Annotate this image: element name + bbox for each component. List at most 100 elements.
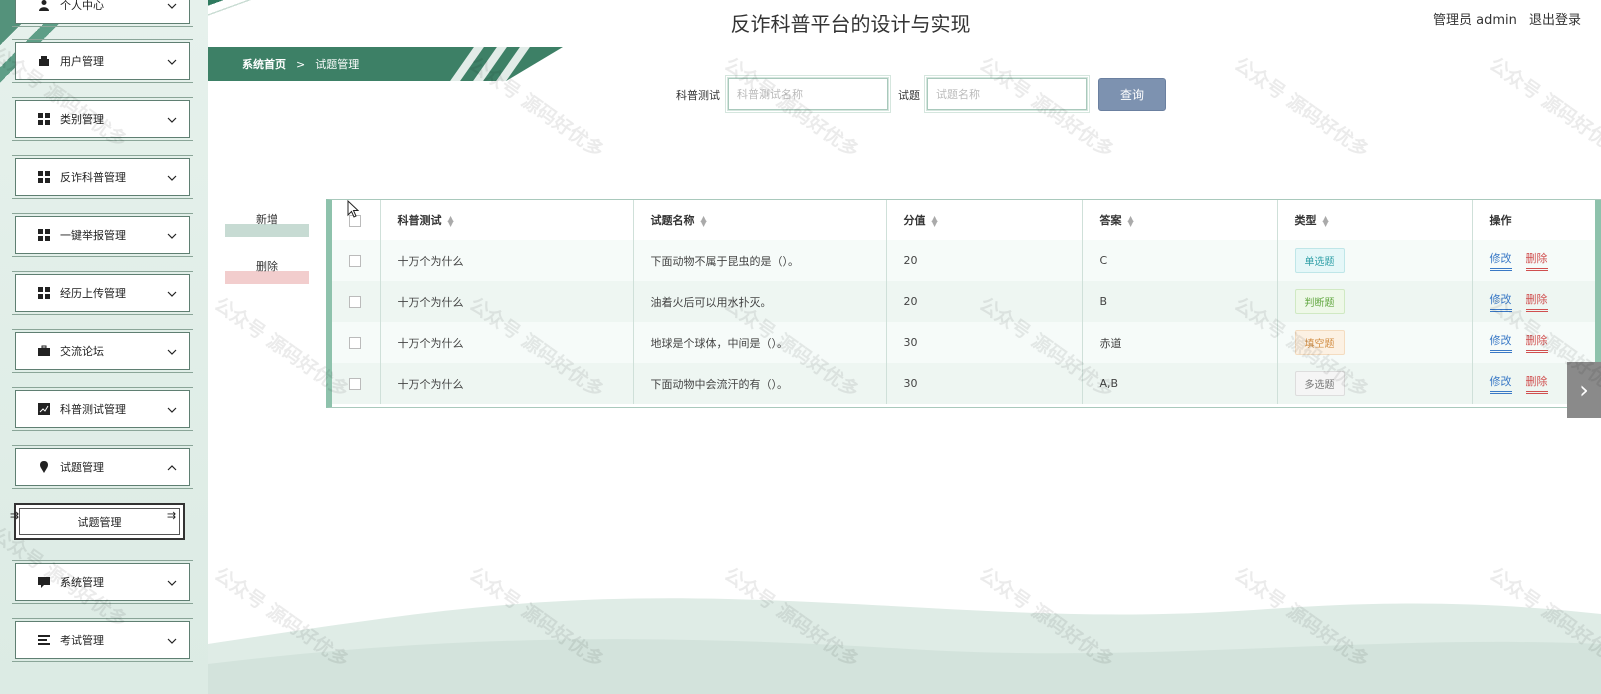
sort-icon[interactable]: ▲ ▼ [701, 215, 707, 228]
logout-link[interactable]: 退出登录 [1529, 13, 1581, 28]
sidebar-item-label: 试题管理 [60, 461, 104, 474]
search-test-label: 科普测试 [676, 89, 720, 102]
delete-link[interactable]: 删除 [1525, 291, 1548, 312]
chart-icon [37, 402, 51, 416]
sidebar-item[interactable]: 用户管理 [12, 39, 193, 83]
sort-icon[interactable]: ▲ ▼ [1128, 215, 1134, 228]
row-select-cell[interactable] [332, 363, 381, 404]
column-header[interactable]: 分值 ▲ ▼ [886, 200, 1083, 240]
breadcrumb-separator: > [296, 57, 306, 71]
sidebar-item-label: 经历上传管理 [60, 287, 126, 300]
delete-link[interactable]: 删除 [1525, 332, 1548, 353]
type-badge: 多选题 [1294, 371, 1345, 396]
row-select-cell[interactable] [332, 322, 381, 363]
sidebar-subitem-active[interactable]: 试题管理 [14, 503, 185, 540]
chevron-down-icon [167, 346, 177, 356]
cell-score: 20 [886, 281, 1083, 322]
cell-question: 下面动物中会流汗的有（）。 [633, 363, 887, 404]
grid-icon [37, 170, 51, 184]
add-button[interactable]: 新增 [225, 207, 309, 237]
sidebar-item[interactable]: 一键举报管理 [12, 213, 193, 257]
cell-actions: 修改 删除 [1472, 322, 1601, 363]
sidebar-item-label: 交流论坛 [60, 345, 104, 358]
sidebar-item-label: 科普测试管理 [60, 403, 126, 416]
edit-link[interactable]: 修改 [1489, 250, 1512, 271]
chevron-down-icon [167, 577, 177, 587]
table-row[interactable]: 十万个为什么 下面动物中会流汗的有（）。 30 A,B 多选题 修改 删除 [332, 363, 1601, 404]
chevron-down-icon [167, 404, 177, 414]
table-row[interactable]: 十万个为什么 油着火后可以用水扑灭。 20 B 判断题 修改 删除 [332, 281, 1601, 322]
sort-icon[interactable]: ▲ ▼ [448, 215, 454, 228]
table-row[interactable]: 十万个为什么 下面动物不属于昆虫的是（）。 20 C 单选题 修改 删除 [332, 240, 1601, 281]
sidebar-item[interactable]: 反诈科普管理 [12, 155, 193, 199]
sidebar-item[interactable]: 交流论坛 [12, 329, 193, 373]
table-header-row: 科普测试 ▲ ▼ 试题名称 ▲ ▼ 分值 ▲ ▼ 答案 ▲ ▼ 类型 ▲ ▼ 操作 [332, 200, 1601, 240]
sidebar-item[interactable]: 经历上传管理 [12, 271, 193, 315]
user-area: 管理员 admin 退出登录 [1425, 9, 1581, 28]
sidebar-item[interactable]: 科普测试管理 [12, 387, 193, 431]
chevron-down-icon [167, 114, 177, 124]
sidebar-subitem-label: 试题管理 [77, 515, 122, 529]
row-checkbox[interactable] [349, 255, 361, 267]
column-header[interactable]: 答案 ▲ ▼ [1082, 200, 1278, 240]
table-row[interactable]: 十万个为什么 地球是个球体，中间是（）。 30 赤道 填空题 修改 删除 [332, 322, 1601, 363]
cell-score: 30 [886, 363, 1083, 404]
chevron-down-icon [167, 635, 177, 645]
edit-link[interactable]: 修改 [1489, 291, 1512, 312]
type-badge: 判断题 [1294, 289, 1345, 314]
search-question-label: 试题 [898, 89, 920, 102]
arrows-icon: ⇉ [167, 509, 177, 522]
delete-button[interactable]: 删除 [225, 254, 309, 284]
row-checkbox[interactable] [349, 378, 361, 390]
cell-score: 20 [886, 240, 1083, 281]
briefcase-icon [37, 344, 51, 358]
cell-test: 十万个为什么 [380, 363, 634, 404]
arrows-icon: ⇉ [10, 509, 20, 522]
cell-type: 填空题 [1277, 322, 1473, 363]
type-badge: 填空题 [1294, 330, 1345, 355]
chevron-up-icon [167, 462, 177, 472]
cell-test: 十万个为什么 [380, 240, 634, 281]
delete-link[interactable]: 删除 [1525, 250, 1548, 271]
cell-question: 地球是个球体，中间是（）。 [633, 322, 887, 363]
column-header: 操作 [1472, 200, 1601, 240]
sort-icon[interactable]: ▲ ▼ [1323, 215, 1329, 228]
edit-link[interactable]: 修改 [1489, 332, 1512, 353]
row-checkbox[interactable] [349, 296, 361, 308]
breadcrumb-home[interactable]: 系统首页 [242, 56, 286, 72]
cell-question: 油着火后可以用水扑灭。 [633, 281, 887, 322]
column-header[interactable]: 科普测试 ▲ ▼ [380, 200, 634, 240]
query-button[interactable]: 查询 [1098, 78, 1166, 111]
sidebar-item[interactable]: 系统管理 [12, 560, 193, 604]
cell-answer: A,B [1082, 363, 1278, 404]
wallet-icon [37, 54, 51, 68]
mouse-cursor-icon [347, 200, 359, 218]
sidebar-item[interactable]: 考试管理 [12, 618, 193, 662]
search-question-input[interactable] [924, 75, 1090, 113]
cell-actions: 修改 删除 [1472, 240, 1601, 281]
delete-link[interactable]: 删除 [1525, 373, 1548, 394]
sidebar-item[interactable]: 试题管理 [12, 445, 193, 489]
sidebar-item-label: 一键举报管理 [60, 229, 126, 242]
sort-icon[interactable]: ▲ ▼ [932, 215, 938, 228]
type-badge: 单选题 [1294, 248, 1345, 273]
column-header[interactable]: 试题名称 ▲ ▼ [633, 200, 887, 240]
sidebar-item-label: 考试管理 [60, 634, 104, 647]
cell-answer: C [1082, 240, 1278, 281]
row-select-cell[interactable] [332, 240, 381, 281]
user-name: 管理员 admin [1432, 13, 1517, 28]
column-header[interactable]: 类型 ▲ ▼ [1277, 200, 1473, 240]
chevron-down-icon [167, 56, 177, 66]
search-bar: 科普测试 试题 查询 [0, 75, 1601, 113]
cell-type: 单选题 [1277, 240, 1473, 281]
grid-icon [37, 286, 51, 300]
chevron-down-icon [167, 230, 177, 240]
cell-actions: 修改 删除 [1472, 281, 1601, 322]
next-page-arrow-icon[interactable]: › [1567, 362, 1601, 418]
cell-type: 多选题 [1277, 363, 1473, 404]
row-select-cell[interactable] [332, 281, 381, 322]
chevron-down-icon [167, 288, 177, 298]
edit-link[interactable]: 修改 [1489, 373, 1512, 394]
row-checkbox[interactable] [349, 337, 361, 349]
search-test-input[interactable] [725, 75, 891, 113]
